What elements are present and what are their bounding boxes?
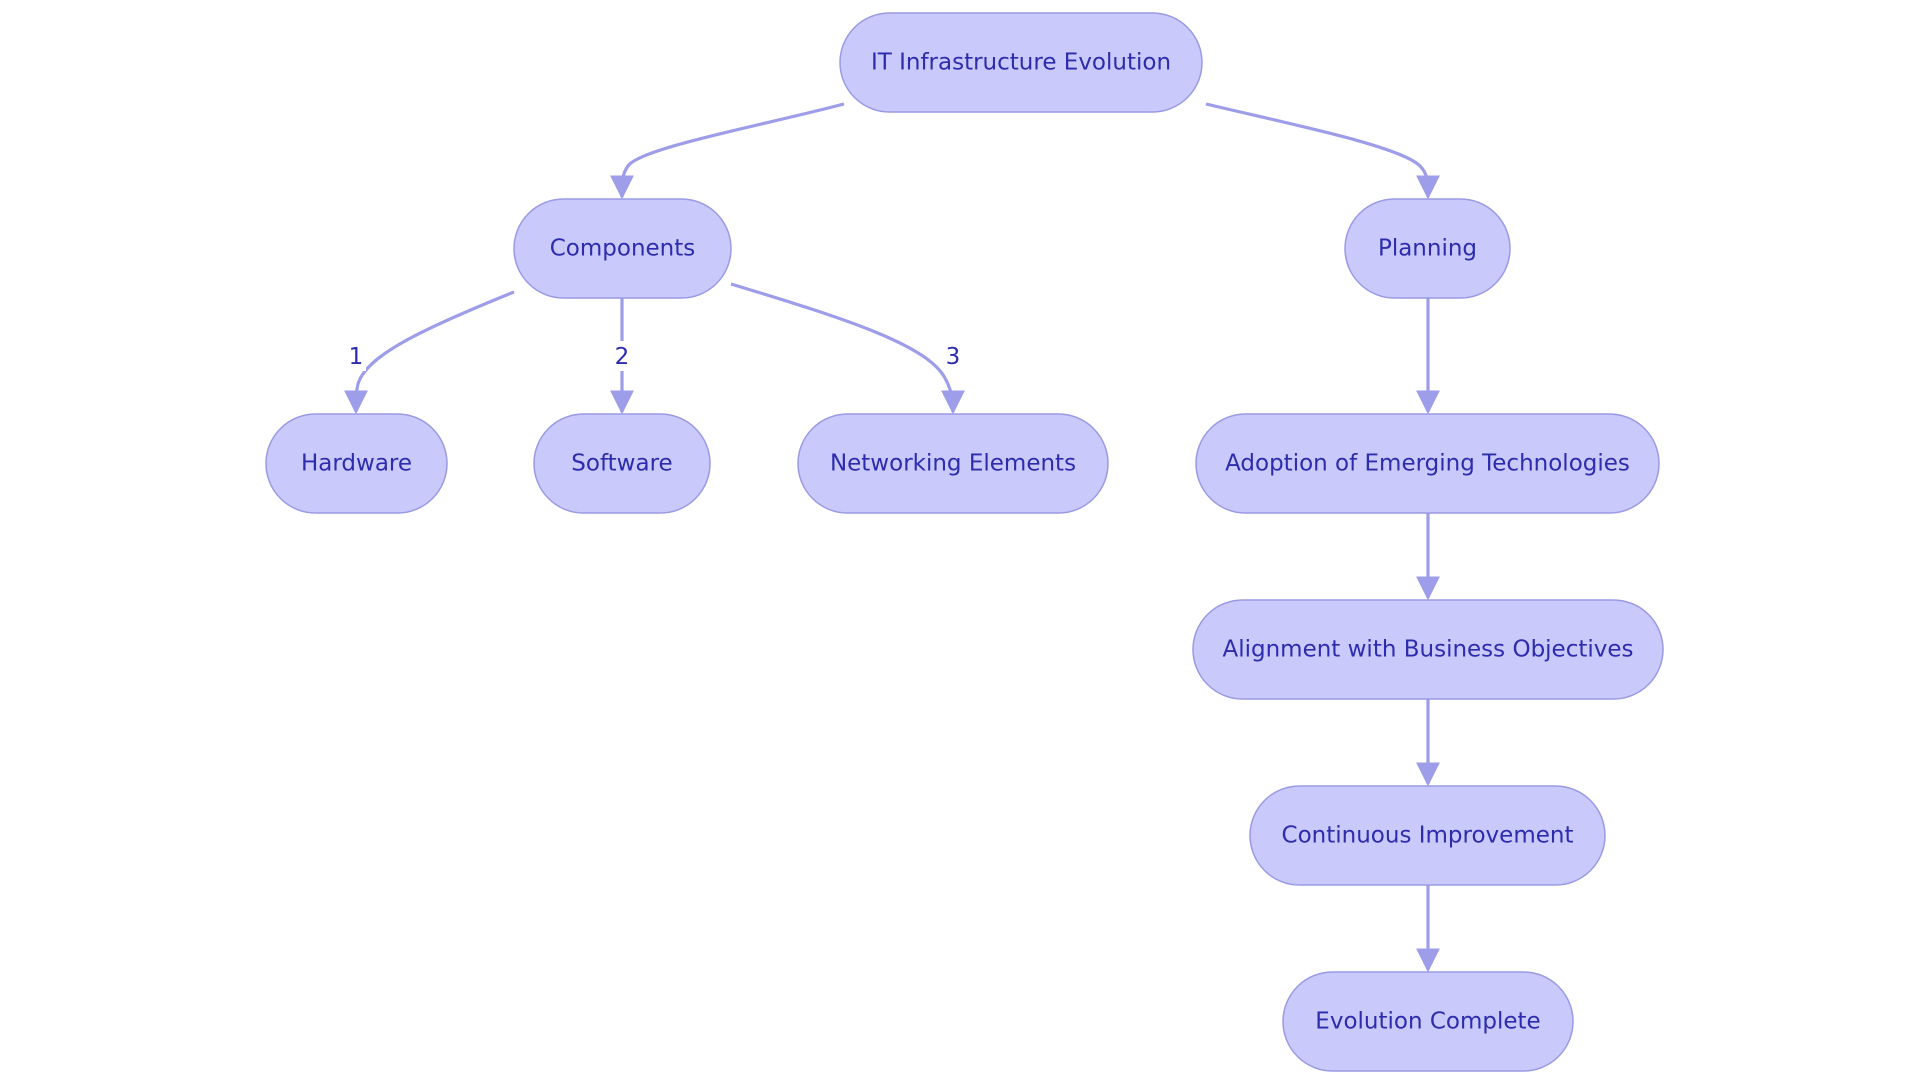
- node-label: Continuous Improvement: [1282, 823, 1574, 849]
- edge-label-text: 1: [349, 344, 364, 370]
- edge-components-to-hardware: [344, 290, 515, 415]
- edge-label-text: 3: [946, 344, 961, 370]
- node-planning[interactable]: Planning: [1344, 198, 1511, 299]
- node-software[interactable]: Software: [533, 413, 711, 514]
- node-label: Networking Elements: [830, 451, 1076, 477]
- node-networking[interactable]: Networking Elements: [797, 413, 1109, 514]
- node-improvement[interactable]: Continuous Improvement: [1249, 785, 1606, 886]
- edge-label-text: 2: [615, 344, 630, 370]
- node-label: Software: [571, 451, 672, 477]
- node-adoption[interactable]: Adoption of Emerging Technologies: [1195, 413, 1660, 514]
- node-label: IT Infrastructure Evolution: [871, 50, 1171, 76]
- node-label: Hardware: [301, 451, 412, 477]
- edge-root-to-components: [610, 102, 845, 200]
- node-components[interactable]: Components: [513, 198, 732, 299]
- node-label: Evolution Complete: [1315, 1009, 1540, 1035]
- flowchart-diagram: 1 2 3 IT Infrastructure Evolution Component…: [265, 12, 1664, 1072]
- edge-labels-layer: 1 2 3: [346, 341, 963, 371]
- edge-label-components-to-networking: 3: [943, 341, 963, 371]
- node-root[interactable]: IT Infrastructure Evolution: [839, 12, 1203, 113]
- node-alignment[interactable]: Alignment with Business Objectives: [1192, 599, 1664, 700]
- node-label: Components: [550, 236, 696, 262]
- node-label: Adoption of Emerging Technologies: [1225, 451, 1630, 477]
- node-label: Alignment with Business Objectives: [1222, 637, 1633, 663]
- node-label: Planning: [1378, 236, 1477, 262]
- edge-components-to-networking: [730, 282, 965, 415]
- edge-label-components-to-hardware: 1: [346, 341, 366, 371]
- edge-root-to-planning: [1205, 102, 1440, 200]
- node-complete[interactable]: Evolution Complete: [1282, 971, 1574, 1072]
- nodes-layer: IT Infrastructure Evolution Components Pla…: [265, 12, 1664, 1072]
- edge-label-components-to-software: 2: [612, 341, 632, 371]
- node-hardware[interactable]: Hardware: [265, 413, 448, 514]
